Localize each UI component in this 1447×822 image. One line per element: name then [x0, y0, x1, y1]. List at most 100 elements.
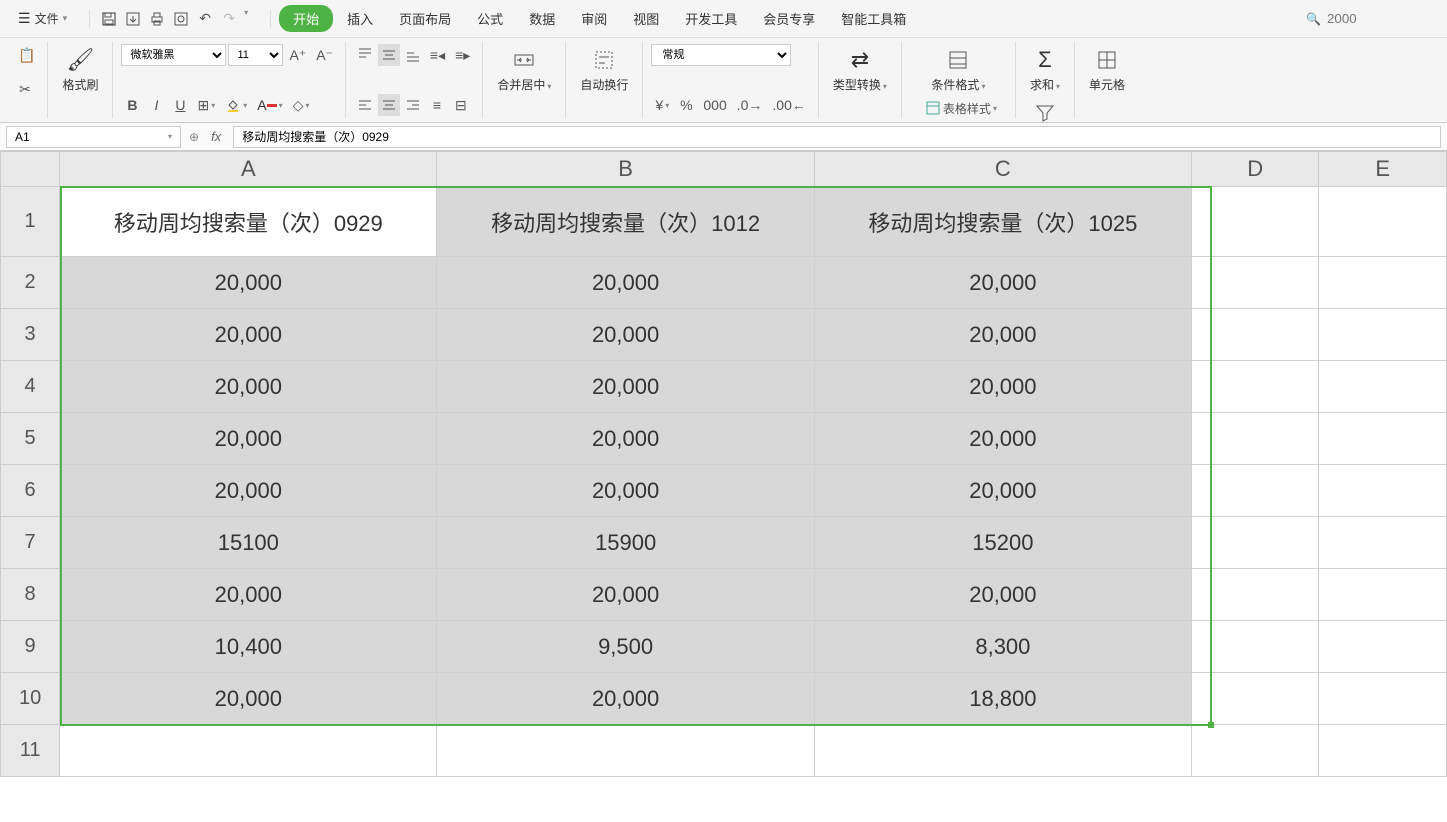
cell[interactable]: [1319, 465, 1447, 517]
decrease-font-icon[interactable]: A⁻: [312, 44, 337, 66]
cell[interactable]: 20,000: [60, 465, 437, 517]
cell[interactable]: [1319, 673, 1447, 725]
currency-icon[interactable]: ¥▾: [651, 94, 673, 116]
cell[interactable]: 20,000: [60, 673, 437, 725]
tab-dev[interactable]: 开发工具: [673, 3, 749, 34]
expand-icon[interactable]: ⊕: [189, 130, 199, 144]
font-size-select[interactable]: 11: [228, 44, 283, 66]
cell[interactable]: 移动周均搜索量（次）0929: [60, 187, 437, 257]
tab-start[interactable]: 开始: [279, 5, 333, 32]
row-header[interactable]: 3: [1, 309, 60, 361]
select-all-corner[interactable]: [1, 152, 60, 187]
align-center-icon[interactable]: [378, 94, 400, 116]
tab-review[interactable]: 审阅: [569, 3, 619, 34]
cell[interactable]: [1319, 413, 1447, 465]
cell[interactable]: [1192, 569, 1319, 621]
italic-icon[interactable]: I: [145, 94, 167, 116]
cell[interactable]: 20,000: [437, 309, 814, 361]
redo-icon[interactable]: ↷: [218, 8, 240, 30]
row-header[interactable]: 4: [1, 361, 60, 413]
cell[interactable]: [1192, 361, 1319, 413]
paste-icon[interactable]: 📋: [14, 44, 39, 66]
cell[interactable]: [1319, 187, 1447, 257]
cell[interactable]: 20,000: [60, 257, 437, 309]
row-header[interactable]: 5: [1, 413, 60, 465]
justify-icon[interactable]: ≡: [426, 94, 448, 116]
name-box[interactable]: A1 ▾: [6, 126, 181, 148]
cell[interactable]: 15900: [437, 517, 814, 569]
tab-layout[interactable]: 页面布局: [387, 3, 463, 34]
cell[interactable]: 20,000: [60, 413, 437, 465]
tab-formula[interactable]: 公式: [465, 3, 515, 34]
undo-icon[interactable]: ↶: [194, 8, 216, 30]
row-header[interactable]: 8: [1, 569, 60, 621]
cell[interactable]: [1192, 465, 1319, 517]
cell[interactable]: 20,000: [437, 569, 814, 621]
align-top-icon[interactable]: [354, 44, 376, 66]
underline-icon[interactable]: U: [169, 94, 191, 116]
cell[interactable]: [1319, 361, 1447, 413]
cell[interactable]: 20,000: [437, 361, 814, 413]
cell[interactable]: [1319, 309, 1447, 361]
tab-insert[interactable]: 插入: [335, 3, 385, 34]
cell-grid-button[interactable]: 单元格: [1083, 44, 1131, 97]
row-header[interactable]: 11: [1, 725, 60, 777]
row-header[interactable]: 6: [1, 465, 60, 517]
align-bottom-icon[interactable]: [402, 44, 424, 66]
decrease-indent-icon[interactable]: ≡◂: [426, 44, 449, 66]
cell[interactable]: 20,000: [814, 569, 1191, 621]
font-name-select[interactable]: 微软雅黑: [121, 44, 226, 66]
cell[interactable]: [814, 725, 1191, 777]
type-convert-button[interactable]: ⇄ 类型转换▾: [827, 44, 893, 97]
import-icon[interactable]: [122, 8, 144, 30]
cell[interactable]: 20,000: [60, 309, 437, 361]
percent-icon[interactable]: %: [675, 94, 697, 116]
col-header-D[interactable]: D: [1192, 152, 1319, 187]
cell[interactable]: [1319, 257, 1447, 309]
cell[interactable]: 20,000: [437, 465, 814, 517]
cell[interactable]: 20,000: [814, 465, 1191, 517]
cell[interactable]: [1192, 257, 1319, 309]
cell[interactable]: 20,000: [814, 413, 1191, 465]
tab-tools[interactable]: 智能工具箱: [829, 3, 918, 34]
search-box[interactable]: 🔍: [1296, 8, 1437, 29]
cell[interactable]: 9,500: [437, 621, 814, 673]
border-icon[interactable]: ⊞▾: [193, 94, 219, 116]
row-header[interactable]: 10: [1, 673, 60, 725]
cell[interactable]: [60, 725, 437, 777]
cell[interactable]: 15200: [814, 517, 1191, 569]
row-header[interactable]: 7: [1, 517, 60, 569]
number-format-select[interactable]: 常规: [651, 44, 791, 66]
cell[interactable]: 15100: [60, 517, 437, 569]
cell[interactable]: [1192, 517, 1319, 569]
col-header-E[interactable]: E: [1319, 152, 1447, 187]
wrap-text-button[interactable]: 自动换行: [574, 44, 634, 97]
cell[interactable]: [1319, 725, 1447, 777]
col-header-C[interactable]: C: [814, 152, 1191, 187]
cell[interactable]: 18,800: [814, 673, 1191, 725]
row-header[interactable]: 9: [1, 621, 60, 673]
row-header[interactable]: 2: [1, 257, 60, 309]
file-menu[interactable]: ☰ 文件 ▾: [10, 6, 75, 31]
fx-icon[interactable]: fx: [207, 129, 225, 144]
cell[interactable]: [1319, 569, 1447, 621]
tab-member[interactable]: 会员专享: [751, 3, 827, 34]
decrease-decimal-icon[interactable]: .00←: [768, 94, 809, 116]
cell[interactable]: 移动周均搜索量（次）1025: [814, 187, 1191, 257]
chevron-down-icon[interactable]: ▾: [244, 8, 248, 30]
col-header-B[interactable]: B: [437, 152, 814, 187]
copy-icon[interactable]: ✂: [14, 78, 36, 100]
cell[interactable]: [1192, 187, 1319, 257]
increase-indent-icon[interactable]: ≡▸: [451, 44, 474, 66]
cell[interactable]: 移动周均搜索量（次）1012: [437, 187, 814, 257]
cell[interactable]: 8,300: [814, 621, 1191, 673]
preview-icon[interactable]: [170, 8, 192, 30]
tab-view[interactable]: 视图: [621, 3, 671, 34]
col-header-A[interactable]: A: [60, 152, 437, 187]
align-right-icon[interactable]: [402, 94, 424, 116]
tab-data[interactable]: 数据: [517, 3, 567, 34]
cell[interactable]: 20,000: [437, 673, 814, 725]
sum-button[interactable]: Σ 求和▾: [1024, 44, 1066, 97]
bold-icon[interactable]: B: [121, 94, 143, 116]
cell[interactable]: [1319, 517, 1447, 569]
